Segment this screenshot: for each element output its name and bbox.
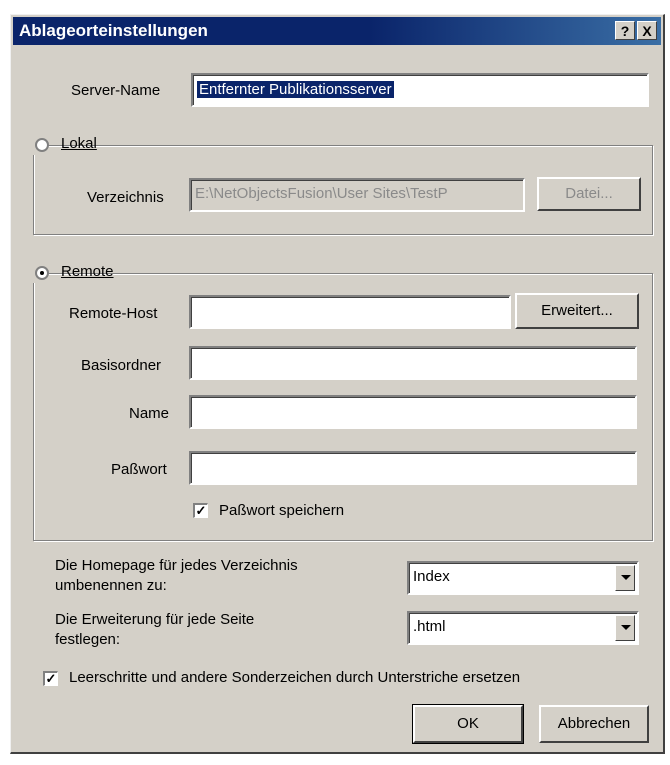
homepage-selected: Index [413, 568, 450, 585]
replace-spaces-label[interactable]: Leerschritte und andere Sonderzeichen du… [69, 669, 520, 686]
extension-label-line2: festlegen: [55, 631, 121, 648]
passwort-input[interactable] [189, 451, 637, 485]
replace-spaces-checkbox[interactable]: ✓ [43, 671, 58, 686]
homepage-select[interactable]: Index [407, 561, 639, 595]
homepage-label-line2: umbenennen zu: [55, 577, 167, 594]
verzeichnis-input[interactable]: E:\NetObjectsFusion\User Sites\TestP [189, 178, 525, 212]
homepage-label-line1: Die Homepage für jedes Verzeichnis [55, 557, 298, 574]
erweitert-button[interactable]: Erweitert... [515, 293, 639, 329]
name-label: Name [129, 405, 170, 422]
cancel-button[interactable]: Abbrechen [539, 705, 649, 743]
lokal-radio[interactable] [35, 138, 49, 152]
server-name-input[interactable]: Entfernter Publikationsserver [191, 73, 649, 107]
help-button[interactable]: ? [615, 21, 635, 40]
lokal-label: Lokal [61, 135, 97, 152]
verzeichnis-label: Verzeichnis [87, 189, 164, 206]
basisordner-label: Basisordner [81, 357, 162, 374]
save-password-checkbox[interactable]: ✓ [193, 503, 208, 518]
extension-label-line1: Die Erweiterung für jede Seite [55, 611, 255, 628]
chevron-down-icon[interactable] [615, 615, 635, 641]
settings-dialog: Ablageorteinstellungen ? X Server-Name E… [10, 14, 665, 754]
remote-radio[interactable] [35, 266, 49, 280]
ok-button[interactable]: OK [412, 704, 524, 744]
chevron-down-icon[interactable] [615, 565, 635, 591]
basisordner-input[interactable] [189, 346, 637, 380]
dialog-title: Ablageorteinstellungen [19, 21, 208, 40]
name-input[interactable] [189, 395, 637, 429]
extension-select[interactable]: .html [407, 611, 639, 645]
save-password-label[interactable]: Paßwort speichern [219, 502, 344, 519]
server-name-value: Entfernter Publikationsserver [197, 81, 394, 98]
extension-selected: .html [413, 618, 446, 635]
verzeichnis-value: E:\NetObjectsFusion\User Sites\TestP [195, 185, 448, 202]
remote-host-input[interactable] [189, 295, 511, 329]
passwort-label: Paßwort [111, 461, 167, 478]
lokal-option[interactable]: Lokal [31, 133, 97, 155]
remote-label: Remote [61, 263, 114, 280]
remote-host-label: Remote-Host [69, 305, 158, 322]
close-button[interactable]: X [637, 21, 657, 40]
datei-button[interactable]: Datei... [537, 177, 641, 211]
server-name-label: Server-Name [71, 82, 161, 99]
remote-option[interactable]: Remote [31, 261, 114, 283]
title-bar: Ablageorteinstellungen ? X [13, 17, 661, 45]
